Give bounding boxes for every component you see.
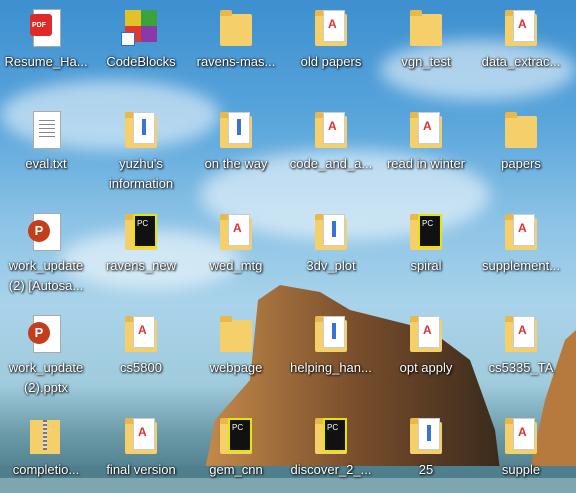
- folder-doc-icon: [311, 212, 351, 252]
- desktop-icon-label: yuzhu's information: [108, 156, 174, 191]
- folder-icon: [406, 8, 446, 48]
- desktop-icon-label: spiral: [410, 258, 442, 273]
- desktop-icon-label: ravens_new: [105, 258, 177, 273]
- desktop-icon-label: ravens-mas...: [196, 54, 276, 69]
- desktop-icon-label: on the way: [204, 156, 268, 171]
- folder-pdf-icon: [121, 416, 161, 456]
- desktop-icon-label: papers: [501, 156, 541, 171]
- desktop-icon-label: Resume_Ha...: [4, 54, 88, 69]
- folder-pdf-icon: [501, 314, 541, 354]
- desktop-icon[interactable]: eval.txt: [0, 110, 92, 174]
- desktop-icon[interactable]: gem_cnn: [190, 416, 282, 480]
- desktop-icon[interactable]: ravens-mas...: [190, 8, 282, 72]
- desktop-icon[interactable]: data_extrac...: [475, 8, 567, 72]
- desktop-icon-label: code_and_a...: [289, 156, 373, 171]
- folder-pdf-icon: [501, 8, 541, 48]
- desktop-icon[interactable]: supple: [475, 416, 567, 480]
- exe-icon: [121, 8, 161, 48]
- folder-pdf-icon: [121, 314, 161, 354]
- folder-pdf-icon: [216, 212, 256, 252]
- folder-doc-icon: [121, 110, 161, 150]
- desktop-icon[interactable]: on the way: [190, 110, 282, 174]
- desktop-icon[interactable]: wed_mtg: [190, 212, 282, 276]
- desktop-icon-label: helping_han...: [290, 360, 372, 375]
- folder-pc-icon: [311, 416, 351, 456]
- desktop-icon-label: supple: [501, 462, 541, 477]
- desktop-icon[interactable]: work_update(2).pptx: [0, 314, 92, 398]
- desktop-icon[interactable]: completio...: [0, 416, 92, 480]
- desktop-icon[interactable]: work_update(2) [Autosa...: [0, 212, 92, 296]
- desktop-icon[interactable]: yuzhu's information: [95, 110, 187, 194]
- folder-icon: [501, 110, 541, 150]
- folder-pdf-icon: [311, 8, 351, 48]
- folder-pc-icon: [406, 212, 446, 252]
- desktop-icon[interactable]: cs5335_TA: [475, 314, 567, 378]
- folder-icon: [216, 8, 256, 48]
- folder-pdf-icon: [501, 416, 541, 456]
- desktop-icon-label: wed_mtg: [209, 258, 263, 273]
- desktop-icon-label: gem_cnn: [209, 462, 263, 477]
- desktop-icon[interactable]: cs5800: [95, 314, 187, 378]
- folder-doc-icon: [406, 416, 446, 456]
- desktop-icon-label: cs5335_TA: [488, 360, 554, 375]
- desktop-icon[interactable]: Resume_Ha...: [0, 8, 92, 72]
- folder-pdf-icon: [501, 212, 541, 252]
- desktop-icon-label: data_extrac...: [481, 54, 561, 69]
- desktop-icon-label: completio...: [12, 462, 80, 477]
- desktop-icon[interactable]: code_and_a...: [285, 110, 377, 174]
- desktop-icon[interactable]: 25: [380, 416, 472, 480]
- pdf-icon: [26, 8, 66, 48]
- folder-pdf-icon: [406, 314, 446, 354]
- desktop-icon-label: eval.txt: [25, 156, 67, 171]
- desktop-icon[interactable]: final version: [95, 416, 187, 480]
- desktop-icon-label: 3dv_plot: [306, 258, 356, 273]
- desktop-icon-label: opt apply: [399, 360, 453, 375]
- desktop-icon[interactable]: old papers: [285, 8, 377, 72]
- desktop-icon[interactable]: supplement...: [475, 212, 567, 276]
- desktop-icon-label: vgn_test: [401, 54, 451, 69]
- pptx-icon: [26, 212, 66, 252]
- desktop-icon[interactable]: opt apply: [380, 314, 472, 378]
- desktop-icon-label: 25: [418, 462, 434, 477]
- desktop-icon[interactable]: CodeBlocks: [95, 8, 187, 72]
- desktop-icon[interactable]: spiral: [380, 212, 472, 276]
- folder-doc-icon: [216, 110, 256, 150]
- folder-pdf-icon: [311, 110, 351, 150]
- desktop-icon-label: work_update (2) [Autosa...: [8, 258, 84, 293]
- desktop-icon-label: cs5800: [120, 360, 162, 375]
- folder-pc-icon: [216, 416, 256, 456]
- txt-icon: [26, 110, 66, 150]
- folder-pc-icon: [121, 212, 161, 252]
- desktop-icon-label: webpage: [209, 360, 263, 375]
- desktop-icon-label: work_update (2).pptx: [8, 360, 84, 395]
- pptx-icon: [26, 314, 66, 354]
- desktop-icon[interactable]: discover_2_...: [285, 416, 377, 480]
- zip-icon: [26, 416, 66, 456]
- desktop-icon-label: CodeBlocks: [106, 54, 176, 69]
- folder-pdf-icon: [406, 110, 446, 150]
- desktop-icon[interactable]: read in winter: [380, 110, 472, 174]
- desktop-icon[interactable]: vgn_test: [380, 8, 472, 72]
- desktop-icon-label: discover_2_...: [290, 462, 372, 477]
- desktop-icon-label: read in winter: [386, 156, 466, 171]
- folder-doc-icon: [311, 314, 351, 354]
- desktop-icon[interactable]: papers: [475, 110, 567, 174]
- desktop-icon[interactable]: 3dv_plot: [285, 212, 377, 276]
- folder-icon: [216, 314, 256, 354]
- desktop-icon[interactable]: webpage: [190, 314, 282, 378]
- desktop-icon[interactable]: helping_han...: [285, 314, 377, 378]
- desktop-icon-label: old papers: [300, 54, 362, 69]
- desktop-icon[interactable]: ravens_new: [95, 212, 187, 276]
- desktop-icon-label: supplement...: [481, 258, 561, 273]
- desktop-icon-label: final version: [106, 462, 176, 477]
